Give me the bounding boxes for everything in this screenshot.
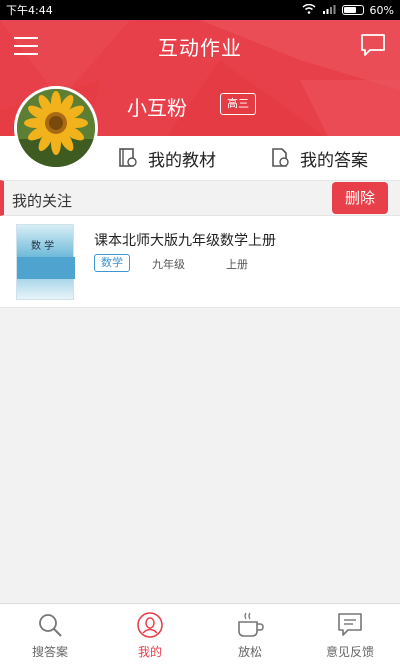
message-button[interactable]: [360, 33, 386, 57]
section-header: 我的关注 删除: [0, 180, 400, 216]
book-title: 课本北师大版九年级数学上册: [94, 233, 276, 249]
book-cover-image: 数 学: [16, 224, 75, 300]
page-title: 互动作业: [158, 35, 242, 60]
my-answers-link[interactable]: 我的答案: [270, 136, 368, 180]
menu-icon: [14, 37, 38, 39]
top-bar: 互动作业: [0, 20, 400, 72]
avatar[interactable]: [14, 86, 98, 170]
tab-label: 意见反馈: [325, 644, 374, 659]
grade-tag: 九年级: [152, 258, 185, 271]
status-indicators: 60%: [302, 3, 394, 17]
list-item[interactable]: 数 学 课本北师大版九年级数学上册 数学 九年级 上册: [0, 216, 400, 308]
grade-badge[interactable]: 高三: [220, 93, 256, 115]
tab-label: 放松: [237, 644, 262, 659]
coffee-icon: [238, 612, 264, 637]
my-textbook-link[interactable]: 我的教材: [118, 136, 216, 180]
tab-label: 搜答案: [31, 644, 68, 659]
textbook-icon: [119, 148, 137, 167]
bottom-tab-bar: 搜答案 我的 放松 意见反馈: [0, 603, 400, 666]
signal-icon: [322, 4, 336, 17]
user-icon: [137, 611, 163, 638]
chat-icon: [361, 34, 385, 56]
battery-icon: [341, 5, 364, 15]
my-textbook-label: 我的教材: [148, 150, 216, 171]
delete-button[interactable]: 删除: [332, 182, 388, 214]
search-icon: [39, 613, 62, 637]
tab-relax[interactable]: 放松: [200, 604, 300, 666]
tab-label: 我的: [137, 644, 162, 659]
status-bar: 下午4:44 60%: [0, 0, 400, 20]
status-time: 下午4:44: [6, 4, 53, 17]
feedback-icon: [338, 612, 362, 636]
section-title: 我的关注: [12, 192, 73, 210]
book-cover-text: 数 学: [31, 241, 55, 252]
tab-search-answers[interactable]: 搜答案: [0, 604, 100, 666]
tab-mine[interactable]: 我的: [100, 604, 200, 666]
sunflower-image: [17, 89, 95, 167]
volume-tag: 上册: [226, 258, 248, 271]
battery-level: 60%: [369, 3, 394, 17]
subject-tag: 数学: [94, 254, 130, 272]
tab-feedback[interactable]: 意见反馈: [300, 604, 400, 666]
answers-icon: [272, 148, 289, 167]
my-answers-label: 我的答案: [300, 150, 368, 171]
menu-button[interactable]: [14, 37, 38, 55]
username: 小互粉: [127, 96, 187, 120]
wifi-icon: [302, 3, 316, 17]
